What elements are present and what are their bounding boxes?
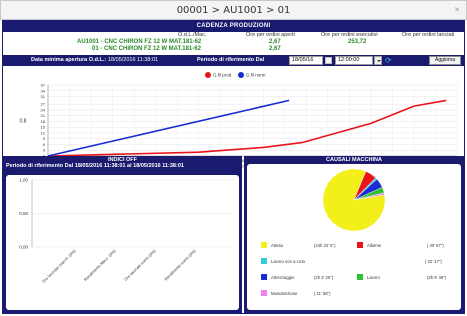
legend-label: Attrezzaggio	[271, 275, 295, 280]
refresh-icon[interactable]: ⟳	[385, 56, 393, 65]
table-row-name: 01 - CNC CHIRON FZ 12 W MAT.181-62	[92, 46, 201, 52]
x-tick-label: Rendimento uomo (0%)	[163, 248, 197, 282]
legend-swatch	[261, 274, 267, 280]
causali-chart-panel: Attesa (44h 22' 5'') Allarme ( 40' 57'') Lav…	[247, 164, 461, 310]
legend-label: Lavoro	[367, 275, 380, 280]
x-tick-label: Ore lavorate uomo (0%)	[123, 248, 157, 282]
legend-swatch	[261, 242, 267, 248]
min-date-label: Data minima apertura O.d.L.:	[31, 57, 107, 63]
legend-swatch	[357, 274, 363, 280]
y-tick-label: 27	[41, 102, 46, 107]
y-tick-label: 37	[41, 83, 46, 88]
close-icon[interactable]: ✕	[454, 6, 460, 14]
table-row-aperti: 2,67	[269, 46, 281, 52]
min-date-value: 18/05/2016 11:38:01	[108, 57, 159, 63]
legend-marker	[238, 72, 244, 78]
y-tick-label: 31	[41, 94, 46, 99]
legend-value: ( 32' 47'')	[425, 259, 442, 264]
y-tick-label: 15	[41, 125, 46, 130]
legend-label: Allarme	[367, 243, 382, 248]
y-tick-label: 21	[41, 113, 46, 118]
legend-swatch	[357, 242, 363, 248]
indici-panel: INDICI OFF Periodo di riferimento Dal 18…	[3, 156, 242, 313]
table-row-esecutivi: 253,72	[348, 39, 367, 45]
y-tick-label: 1,00	[19, 178, 28, 183]
window-title-bar: 00001 > AU1001 > 01 ✕	[0, 0, 467, 20]
y-tick-label: 24	[41, 107, 46, 112]
window-title: 00001 > AU1001 > 01	[176, 5, 291, 16]
legend-swatch	[261, 258, 267, 264]
indici-chart-panel: 1,00 0,50 0,00 Ore lavorate macch. (0%) Rend…	[6, 175, 239, 310]
legend-value: ( 11' 58'')	[314, 291, 331, 296]
legend-marker	[205, 72, 211, 78]
y-tick-label: 9	[43, 136, 46, 141]
period-label: Periodo di riferimento Dal	[197, 57, 265, 63]
table-row-aperti: 2,67	[269, 39, 281, 45]
time-input[interactable]: 12:00:00	[335, 56, 373, 65]
y-tick-label: 34	[41, 88, 46, 93]
y-axis-label: 0.8	[20, 119, 27, 125]
legend-value: ( 40' 57'')	[427, 243, 444, 248]
legend-value: (3h 9' 49'')	[427, 275, 447, 280]
y-tick-label: 6	[43, 142, 46, 147]
x-tick-label: Rendimento Macc. (0%)	[83, 248, 117, 282]
col-header-esecutivi: Ore per ordini esecutivi	[321, 32, 378, 38]
cadenza-header: CADENZA PRODUZIONI	[3, 21, 464, 32]
main-frame: CADENZA PRODUZIONI O.d.L./Mac. Ore per o…	[2, 20, 465, 314]
legend-label: Attesa	[271, 243, 284, 248]
table-row-name: AU1001 - CNC CHIRON FZ 12 W MAT.181-62	[77, 39, 202, 45]
x-tick-label: Ore lavorate macch. (0%)	[41, 248, 77, 284]
y-tick-label: 0,00	[19, 245, 28, 250]
legend-label: G.fil prod	[213, 73, 232, 78]
time-dropdown-button[interactable]	[374, 56, 382, 65]
legend-swatch	[261, 290, 267, 296]
legend-value: (2h 2' 20'')	[314, 275, 334, 280]
y-tick-label: 3	[43, 148, 46, 153]
col-header-odl: O.d.L./Mac.	[178, 32, 207, 38]
legend-label: G.fil norm	[246, 73, 266, 78]
indici-period: Periodo di riferimento Dal 18/05/2016 11…	[6, 163, 184, 169]
calendar-icon[interactable]	[325, 57, 332, 64]
y-tick-label: 18	[41, 119, 46, 124]
legend-label: Manutenzione	[271, 291, 298, 296]
causali-panel: CAUSALI MACCHINA Attesa (44h 22' 5'') Alla…	[244, 156, 464, 313]
date-input[interactable]: 18/05/16	[289, 56, 323, 65]
indici-chart-svg: 1,000,500,00Ore lavorate macch. (0%) Rend…	[19, 178, 234, 284]
col-header-lanciati: Ore per ordini lanciati	[402, 32, 455, 38]
y-tick-label: 0,50	[19, 211, 28, 216]
filter-bar: Data minima apertura O.d.L.: 18/05/2016 …	[3, 55, 464, 66]
cadenza-title: CADENZA PRODUZIONI	[196, 23, 271, 29]
legend-label: Lavoro non a ciclo	[271, 259, 306, 264]
series-line	[47, 99, 447, 157]
col-header-aperti: Ore per ordini aperti	[246, 32, 295, 38]
legend-value: (44h 22' 5'')	[314, 243, 336, 248]
y-tick-label: 12	[41, 130, 46, 135]
causali-title: CAUSALI MACCHINA	[326, 157, 382, 163]
refresh-button[interactable]: Aggiorna	[429, 56, 461, 65]
causali-pie-svg: Attesa (44h 22' 5'') Allarme ( 40' 57'') Lav…	[261, 168, 447, 296]
